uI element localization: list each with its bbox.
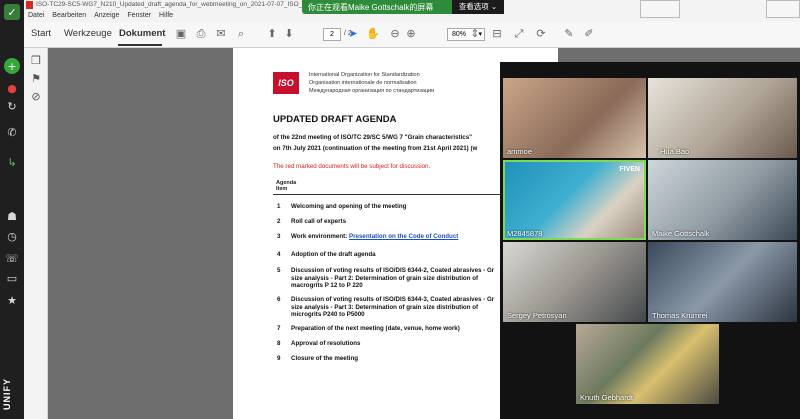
participant-tile[interactable]: Sergey Petrosyan [503,242,646,322]
print-icon[interactable]: ⎙ [194,27,208,41]
phone-icon[interactable]: ✆ [4,124,20,140]
participant-tile[interactable]: Hua Bao [648,78,797,158]
agenda-item: Approval of resolutions [291,340,361,347]
search-icon[interactable]: ⌕ [234,27,248,41]
agenda-number: 9 [277,355,281,362]
tab-document[interactable]: Dokument [119,28,165,39]
agenda-number: 5 [277,267,281,274]
document-title: UPDATED DRAFT AGENDA [273,114,397,125]
full-screen-icon[interactable]: ⤢ [512,27,526,41]
menu-bearbeiten[interactable]: Bearbeiten [52,10,86,22]
code-of-conduct-link[interactable]: Presentation on the Code of Conduct [349,233,458,240]
intro-line-1: of the 22nd meeting of ISO/TC 29/SC 5/WG… [273,134,473,141]
agenda-item: Discussion of voting results of ISO/DIS … [291,267,495,289]
iso-logo: ISO [273,72,299,94]
org-name-en: International Organization for Standardi… [309,72,420,78]
participant-tile[interactable]: ammoe [503,78,646,158]
next-page-icon[interactable]: ⬇ [282,27,296,41]
window-control-ghost [640,0,680,18]
attachment-icon[interactable]: ⊘ [28,88,44,104]
prev-page-icon[interactable]: ⬆ [265,27,279,41]
red-note: The red marked documents will be subject… [273,163,431,170]
bookmark-icon[interactable]: ⚑ [28,70,44,86]
agenda-number: 1 [277,203,281,210]
history-icon[interactable]: ◷ [4,228,20,244]
participant-name: Maike Gottschalk [652,229,710,238]
participant-tile-active-speaker[interactable]: FIVEN M2845878 [503,160,646,240]
video-gallery: ammoe Hua Bao FIVEN M2845878 Maike Gotts… [500,62,800,419]
participant-tile[interactable]: Thomas Krumrei [648,242,797,322]
participant-name: ammoe [507,147,533,156]
participant-tile[interactable]: Knuth Gebhardt [576,324,719,404]
window-title: ISO-TC29-SC5-WG7_N210_Updated_draft_agen… [36,1,328,8]
header-divider [273,194,503,195]
email-icon[interactable]: ✉ [214,27,228,41]
chat-icon[interactable]: ▭ [4,270,20,286]
rotate-icon[interactable]: ⟳ [534,27,548,41]
select-cursor-icon[interactable]: ➤ [346,27,360,41]
pages-icon[interactable]: ❐ [28,52,44,68]
contacts-icon[interactable]: ☗ [4,208,20,224]
participant-name: M2845878 [507,229,543,238]
column-header: Agenda Item [276,180,297,192]
add-icon[interactable]: + [4,58,20,74]
save-icon[interactable]: ▣ [174,27,188,41]
participant-name: Sergey Petrosyan [507,311,567,320]
page-number-input[interactable]: 2 [323,28,341,41]
share-banner-text: 你正在观看Maike Gottschalk的屏幕 [308,2,434,12]
participant-name: Thomas Krumrei [652,311,708,320]
agenda-item: Closure of the meeting [291,355,359,362]
comment-icon[interactable]: ✎ [562,27,576,41]
menu-datei[interactable]: Datei [28,10,44,22]
favorites-icon[interactable]: ★ [4,292,20,308]
screen-share-banner: 你正在观看Maike Gottschalk的屏幕 查看选项 ⌄ [302,0,504,14]
agenda-number: 8 [277,340,281,347]
navigation-panel: ❐ ⚑ ⊘ [24,48,48,419]
agenda-item-label: Work environment: [291,233,348,240]
fiven-logo: FIVEN [619,166,640,173]
fit-page-icon[interactable]: ⇕ [468,27,482,41]
view-options-button[interactable]: 查看选项 ⌄ [452,0,504,14]
agenda-item: Welcoming and opening of the meeting [291,203,407,210]
zoom-out-icon[interactable]: ⊖ [388,27,402,41]
participant-tile[interactable]: Maike Gottschalk [648,160,797,240]
menu-anzeige[interactable]: Anzeige [94,10,119,22]
agenda-number: 2 [277,218,281,225]
agenda-number: 4 [277,251,281,258]
agenda-item: Roll call of experts [291,218,347,225]
sync-icon[interactable]: ↻ [4,98,20,114]
tab-tools[interactable]: Werkzeuge [64,28,112,39]
participant-name: Hua Bao [660,147,690,156]
call-forward-icon[interactable]: ↳ [4,154,20,170]
agenda-item: Preparation of the next meeting (date, v… [291,325,460,332]
acrobat-toolbar: Start Werkzeuge Dokument ▣ ⎙ ✉ ⌕ ⬆ ⬇ 2 /… [24,22,800,48]
menu-hilfe[interactable]: Hilfe [159,10,173,22]
agenda-item: Discussion of voting results of ISO/DIS … [291,296,495,318]
scroll-mode-icon[interactable]: ⊟ [490,27,504,41]
zoom-in-icon[interactable]: ⊕ [404,27,418,41]
hand-tool-icon[interactable]: ✋ [366,27,380,41]
status-dot-icon[interactable]: ● [4,80,20,96]
agenda-number: 6 [277,296,281,303]
org-name-ru: Международная организация по стандартиза… [309,88,435,94]
unify-logo: UNIFY [2,378,12,410]
pdf-file-icon [26,1,33,9]
pen-icon[interactable]: ✐ [582,27,596,41]
voicemail-icon[interactable]: ☏ [4,250,20,266]
shield-icon[interactable]: ✓ [4,4,20,20]
active-tab-indicator [118,44,162,46]
participant-name: Knuth Gebhardt [580,393,633,402]
agenda-item: Adoption of the draft agenda [291,251,376,258]
intro-line-2: on 7th July 2021 (continuation of the me… [273,145,478,152]
menu-fenster[interactable]: Fenster [127,10,151,22]
agenda-number: 3 [277,233,281,240]
tab-start[interactable]: Start [31,28,51,39]
window-control-ghost [766,0,800,18]
org-name-fr: Organisation internationale de normalisa… [309,80,417,86]
unify-sidebar: ✓ + ● ↻ ✆ ↳ ☗ ◷ ☏ ▭ ★ UNIFY [0,0,24,419]
agenda-number: 7 [277,325,281,332]
agenda-item: Work environment: Presentation on the Co… [291,233,506,241]
